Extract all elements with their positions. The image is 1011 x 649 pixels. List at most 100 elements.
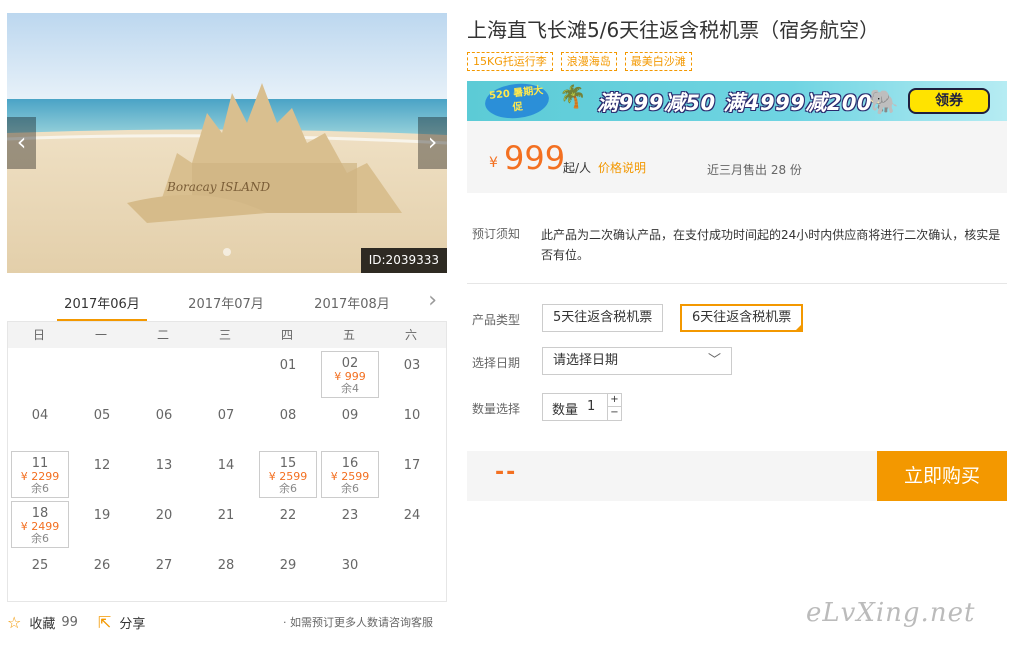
- calendar-day-available[interactable]: 15 ¥ 2599 余6: [259, 451, 317, 498]
- day-number: 04: [31, 408, 49, 423]
- watermark: eLvXing.net: [806, 598, 976, 628]
- quantity-minus-button[interactable]: −: [607, 407, 621, 420]
- date-select[interactable]: 请选择日期 ﹀: [542, 347, 732, 375]
- day-number: 15: [279, 456, 297, 471]
- day-number: 27: [155, 558, 173, 573]
- type-option-6day[interactable]: 6天往返含税机票: [680, 304, 804, 332]
- day-number: 02: [341, 356, 359, 371]
- share-label: 分享: [119, 616, 146, 632]
- favorite-label: 收藏: [29, 616, 56, 632]
- page-title: 上海直飞长滩5/6天往返含税机票（宿务航空）: [467, 18, 880, 42]
- calendar-day: 24: [383, 501, 441, 548]
- tab-month-06[interactable]: 2017年06月: [57, 293, 147, 322]
- notice-text: 此产品为二次确认产品，在支付成功时间起的24小时内供应商将进行二次确认，核实是否…: [541, 228, 1001, 262]
- product-tags: 15KG托运行李 浪漫海岛 最美白沙滩: [467, 52, 700, 71]
- calendar-day: 25: [11, 551, 69, 598]
- order-bar: -- 立即购买: [467, 451, 1007, 501]
- calendar-day: 08: [259, 401, 317, 448]
- image-id-badge: ID:2039333: [360, 248, 447, 273]
- day-number: 14: [217, 458, 235, 473]
- next-photo-button[interactable]: ›: [418, 117, 447, 169]
- calendar-day: 27: [135, 551, 193, 598]
- day-number: 17: [403, 458, 421, 473]
- sold-count: 近三月售出 28 份: [707, 163, 802, 177]
- day-number: 18: [31, 506, 49, 521]
- calendar-day: 19: [73, 501, 131, 548]
- day-number: 13: [155, 458, 173, 473]
- calendar-day: 10: [383, 401, 441, 448]
- weekday-wed: 三: [218, 328, 231, 342]
- calendar-day: 28: [197, 551, 255, 598]
- day-remaining: 余6: [279, 482, 297, 495]
- day-number: 28: [217, 558, 235, 573]
- social-actions: ☆ 收藏 99 ⇱ 分享: [7, 612, 165, 632]
- favorite-button[interactable]: ☆ 收藏 99: [7, 613, 78, 632]
- calendar-day: 06: [135, 401, 193, 448]
- carousel-dot[interactable]: [223, 248, 231, 256]
- calendar: 日 一 二 三 四 五 六 01 02 ¥ 999 余4 03 04 05 06 07 08 09 1…: [7, 321, 447, 602]
- chevron-right-icon[interactable]: ›: [428, 288, 437, 313]
- quantity-value[interactable]: 1: [587, 399, 595, 414]
- tab-month-07[interactable]: 2017年07月: [181, 293, 271, 312]
- tag-badge: 15KG托运行李: [467, 52, 553, 71]
- weekday-tue: 二: [156, 328, 169, 342]
- calendar-day: 22: [259, 501, 317, 548]
- calendar-day: 09: [321, 401, 379, 448]
- day-number: 01: [279, 358, 297, 373]
- day-number: 19: [93, 508, 111, 523]
- day-number: 24: [403, 508, 421, 523]
- quantity-stepper: 数量 1 + −: [542, 393, 622, 421]
- day-number: 23: [341, 508, 359, 523]
- day-number: 21: [217, 508, 235, 523]
- price-amount: 999: [504, 139, 566, 177]
- buy-now-button[interactable]: 立即购买: [877, 451, 1007, 501]
- price-explain-link[interactable]: 价格说明: [598, 159, 646, 176]
- quantity-label: 数量选择: [472, 402, 521, 416]
- promo-banner[interactable]: 520 暑期大促 🌴 满999减50 满4999减200 🐘 领券: [467, 81, 1007, 121]
- price-currency: ¥: [489, 155, 498, 171]
- day-remaining: 余6: [31, 532, 49, 545]
- tab-month-08[interactable]: 2017年08月: [307, 293, 397, 312]
- date-label: 选择日期: [472, 356, 521, 370]
- calendar-day: 14: [197, 451, 255, 498]
- weekday-thu: 四: [280, 328, 293, 342]
- calendar-day: 01: [259, 351, 317, 398]
- tag-badge: 浪漫海岛: [560, 52, 617, 71]
- calendar-day: 29: [259, 551, 317, 598]
- consult-note: · 如需预订更多人数请咨询客服: [283, 616, 433, 629]
- promo-badge: 520 暑期大促: [483, 81, 551, 121]
- day-number: 12: [93, 458, 111, 473]
- weekday-sat: 六: [404, 328, 417, 342]
- day-number: 25: [31, 558, 49, 573]
- prev-photo-button[interactable]: ‹: [7, 117, 36, 169]
- day-number: 22: [279, 508, 297, 523]
- quantity-plus-button[interactable]: +: [607, 394, 621, 407]
- type-option-5day[interactable]: 5天往返含税机票: [542, 304, 664, 332]
- star-icon: ☆: [7, 612, 22, 632]
- calendar-day: 03: [383, 351, 441, 398]
- calendar-day: 12: [73, 451, 131, 498]
- calendar-day: 13: [135, 451, 193, 498]
- sandcastle-photo: Boracay ISLAND: [7, 13, 447, 273]
- product-photo: Boracay ISLAND ‹ › ID:2039333: [7, 13, 447, 273]
- calendar-day-available[interactable]: 11 ¥ 2299 余6: [11, 451, 69, 498]
- calendar-day-available[interactable]: 02 ¥ 999 余4: [321, 351, 379, 398]
- calendar-day: 21: [197, 501, 255, 548]
- calendar-weekday-header: 日 一 二 三 四 五 六: [8, 322, 446, 348]
- day-number: 09: [341, 408, 359, 423]
- calendar-day: 30: [321, 551, 379, 598]
- price-panel: ¥ 999 起/人 价格说明 近三月售出 28 份: [467, 121, 1007, 193]
- calendar-day-available[interactable]: 18 ¥ 2499 余6: [11, 501, 69, 548]
- day-number: 07: [217, 408, 235, 423]
- weekday-fri: 五: [342, 328, 355, 342]
- day-number: 30: [341, 558, 359, 573]
- get-coupon-button[interactable]: 领券: [908, 88, 990, 114]
- calendar-day-available[interactable]: 16 ¥ 2599 余6: [321, 451, 379, 498]
- tag-badge: 最美白沙滩: [624, 52, 692, 71]
- favorite-count: 99: [61, 614, 78, 630]
- share-button[interactable]: ⇱ 分享: [98, 613, 145, 632]
- day-number: 29: [279, 558, 297, 573]
- weekday-mon: 一: [94, 328, 107, 342]
- product-type-label: 产品类型: [472, 313, 521, 327]
- price-unit: 起/人: [563, 161, 592, 175]
